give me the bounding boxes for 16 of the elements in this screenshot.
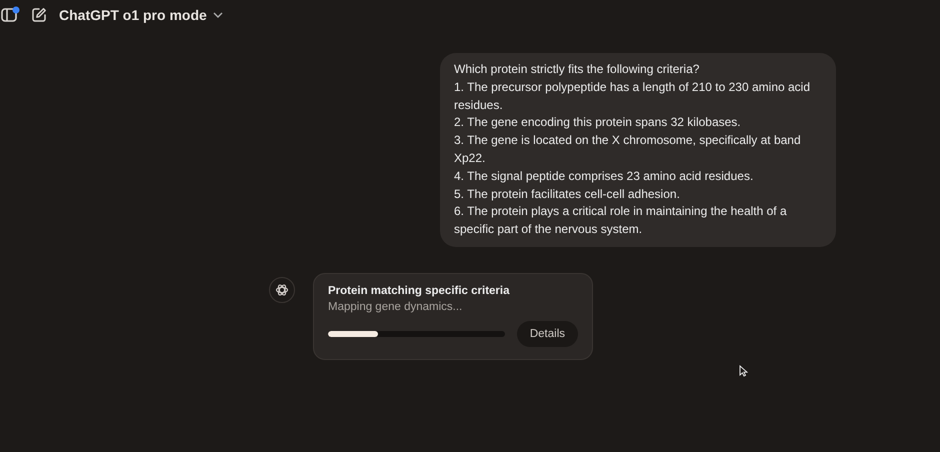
- chevron-icon: [212, 12, 223, 18]
- assistant-avatar-icon: [269, 276, 295, 303]
- sidebar-toggle-icon[interactable]: [1, 6, 21, 24]
- message-line: 2. The gene encoding this protein spans 32 kilobases.: [454, 114, 742, 132]
- message-line: 6. The protein plays a critical role in maintaining the health of a specific part of the nervous system.: [454, 203, 788, 238]
- message-line: 4. The signal peptide comprises 23 amino acid residues.: [454, 168, 754, 185]
- new-chat-icon[interactable]: [31, 7, 47, 23]
- message-line: 5. The protein facilitates cell-cell adhesion.: [454, 186, 681, 203]
- mouse-pointer-icon: [739, 365, 748, 377]
- task-status: Mapping gene dynamics...: [328, 300, 464, 313]
- message-line: Which protein strictly fits the following criteria?: [454, 61, 700, 78]
- message-line: 3. The gene is located on the X chromosome, specifically at band Xp22.: [454, 132, 802, 167]
- details-button[interactable]: Details: [516, 320, 578, 347]
- model-selector[interactable]: ChatGPT o1 pro mode: [55, 7, 227, 23]
- message-line: 1. The precursor polypeptide has a length of 210 to 230 amino acid residues.: [454, 78, 812, 114]
- task-title: Protein matching specific criteria: [328, 284, 511, 297]
